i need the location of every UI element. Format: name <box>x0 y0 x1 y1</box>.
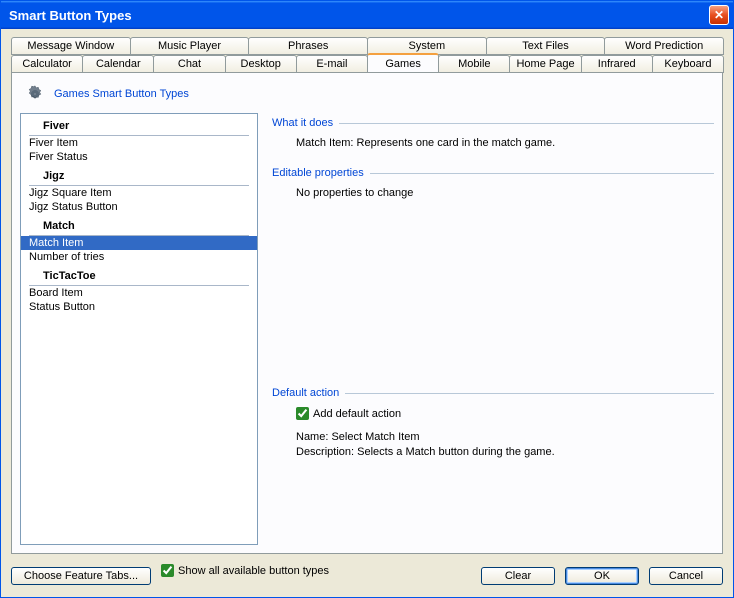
tab-word-prediction[interactable]: Word Prediction <box>604 37 724 55</box>
desc-value: Selects a Match button during the game. <box>357 446 555 458</box>
gear-icon <box>24 83 46 105</box>
heading-text: Games Smart Button Types <box>54 88 189 100</box>
close-icon: ✕ <box>714 8 724 22</box>
tab-calendar[interactable]: Calendar <box>82 55 154 73</box>
window-title: Smart Button Types <box>9 8 709 23</box>
add-default-row: Add default action <box>296 407 714 420</box>
list-item[interactable]: Match Item <box>21 236 257 250</box>
ok-button[interactable]: OK <box>565 567 639 585</box>
main-split: FiverFiver ItemFiver StatusJigzJigz Squa… <box>20 113 714 545</box>
category-jigz: Jigz <box>29 164 249 186</box>
tab-infrared[interactable]: Infrared <box>581 55 653 73</box>
tab-panel: Games Smart Button Types FiverFiver Item… <box>11 73 723 554</box>
close-button[interactable]: ✕ <box>709 5 729 25</box>
titlebar: Smart Button Types ✕ <box>1 1 733 29</box>
list-item[interactable]: Number of tries <box>21 250 257 264</box>
choose-feature-tabs-button[interactable]: Choose Feature Tabs... <box>11 567 151 585</box>
list-item[interactable]: Board Item <box>21 286 257 300</box>
divider <box>339 123 714 124</box>
tab-row-1: Message WindowMusic PlayerPhrasesSystemT… <box>11 37 723 55</box>
tab-message-window[interactable]: Message Window <box>11 37 131 55</box>
cancel-button[interactable]: Cancel <box>649 567 723 585</box>
default-label-text: Default action <box>272 387 339 399</box>
editable-text: No properties to change <box>296 187 413 199</box>
tab-calculator[interactable]: Calculator <box>11 55 83 73</box>
tab-row-2: CalculatorCalendarChatDesktopE-mailGames… <box>11 55 723 73</box>
what-it-does-label: What it does <box>272 117 714 129</box>
tab-chat[interactable]: Chat <box>153 55 225 73</box>
desc-label: Description: <box>296 446 354 458</box>
show-all-row: Show all available button types <box>161 564 329 577</box>
tab-e-mail[interactable]: E-mail <box>296 55 368 73</box>
list-item[interactable]: Fiver Status <box>21 150 257 164</box>
list-item[interactable]: Fiver Item <box>21 136 257 150</box>
default-action-section: Default action Add default action Name: … <box>272 387 714 479</box>
tabs: Message WindowMusic PlayerPhrasesSystemT… <box>11 37 723 73</box>
tab-text-files[interactable]: Text Files <box>486 37 606 55</box>
show-all-label[interactable]: Show all available button types <box>178 565 329 577</box>
default-action-body: Add default action Name: Select Match It… <box>272 407 714 479</box>
tab-phrases[interactable]: Phrases <box>248 37 368 55</box>
tab-music-player[interactable]: Music Player <box>130 37 250 55</box>
editable-label-text: Editable properties <box>272 167 364 179</box>
tab-home-page[interactable]: Home Page <box>509 55 581 73</box>
tab-keyboard[interactable]: Keyboard <box>652 55 724 73</box>
add-default-label[interactable]: Add default action <box>313 408 401 420</box>
heading: Games Smart Button Types <box>20 81 714 113</box>
footer: Choose Feature Tabs... Show all availabl… <box>11 554 723 587</box>
editable-props-body: No properties to change <box>272 187 714 217</box>
divider <box>370 173 714 174</box>
clear-button[interactable]: Clear <box>481 567 555 585</box>
detail-panel: What it does Match Item: Represents one … <box>272 113 714 545</box>
what-it-does-body: Match Item: Represents one card in the m… <box>272 137 714 167</box>
list-item[interactable]: Jigz Status Button <box>21 200 257 214</box>
divider <box>345 393 714 394</box>
tab-mobile[interactable]: Mobile <box>438 55 510 73</box>
list-item[interactable]: Jigz Square Item <box>21 186 257 200</box>
category-fiver: Fiver <box>29 114 249 136</box>
editable-props-label: Editable properties <box>272 167 714 179</box>
default-name-row: Name: Select Match Item <box>296 430 714 445</box>
default-desc-row: Description: Selects a Match button duri… <box>296 445 714 460</box>
window-body: Message WindowMusic PlayerPhrasesSystemT… <box>1 29 733 597</box>
name-value: Select Match Item <box>331 431 419 443</box>
category-match: Match <box>29 214 249 236</box>
name-label: Name: <box>296 431 328 443</box>
list-item[interactable]: Status Button <box>21 300 257 314</box>
what-text: Match Item: Represents one card in the m… <box>296 137 555 149</box>
category-tictactoe: TicTacToe <box>29 264 249 286</box>
default-action-label: Default action <box>272 387 714 399</box>
show-all-checkbox[interactable] <box>161 564 174 577</box>
what-label-text: What it does <box>272 117 333 129</box>
tab-desktop[interactable]: Desktop <box>225 55 297 73</box>
add-default-checkbox[interactable] <box>296 407 309 420</box>
type-list[interactable]: FiverFiver ItemFiver StatusJigzJigz Squa… <box>20 113 258 545</box>
window: Smart Button Types ✕ Message WindowMusic… <box>0 0 734 598</box>
tab-games[interactable]: Games <box>367 53 439 73</box>
